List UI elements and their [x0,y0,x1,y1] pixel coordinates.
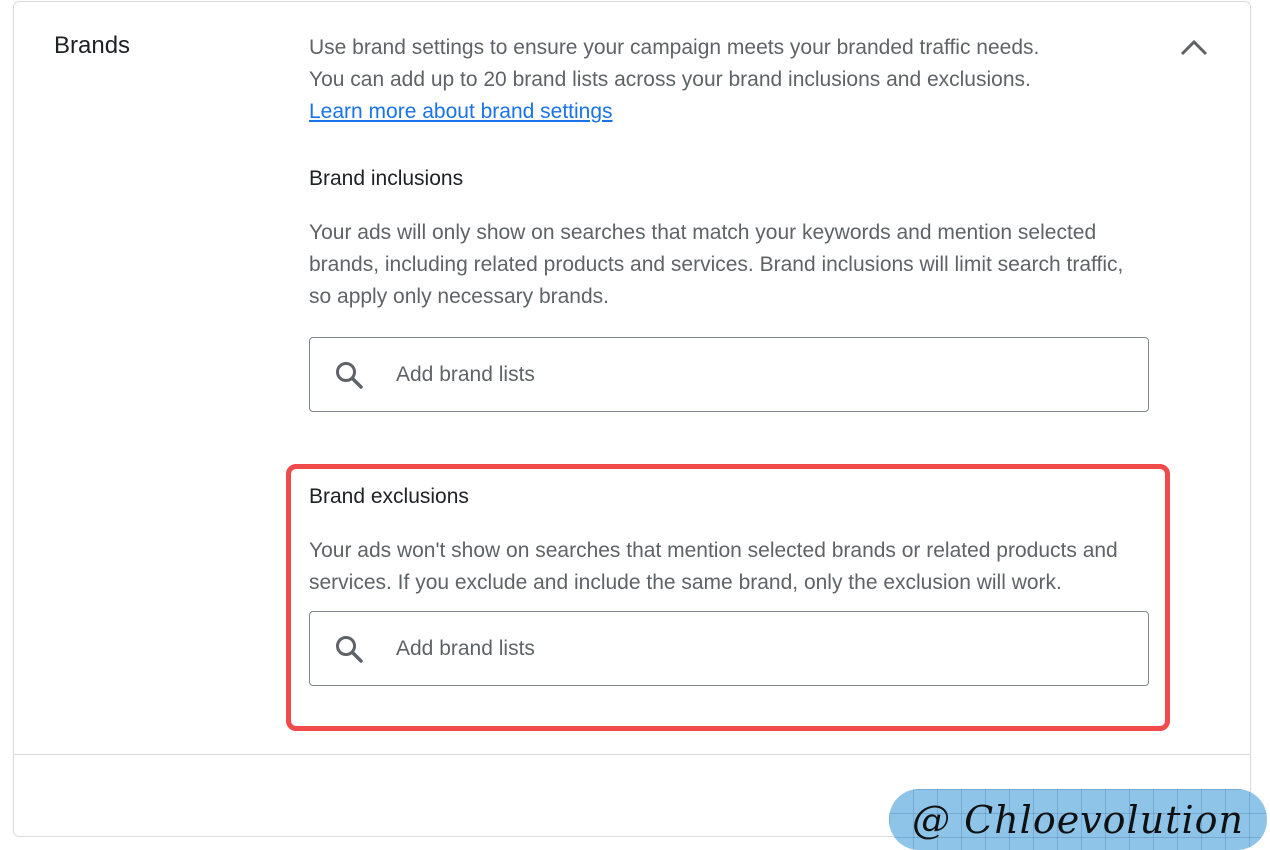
intro-line-1: Use brand settings to ensure your campai… [309,36,1040,59]
brand-exclusions-description: Your ads won't show on searches that men… [309,539,1118,594]
brand-inclusions-section: Brand inclusions Your ads will only show… [309,167,1149,412]
watermark: @ Chloevolution [889,789,1267,850]
collapse-button[interactable] [1174,30,1214,64]
learn-more-link[interactable]: Learn more about brand settings [309,96,613,128]
search-icon [334,634,364,664]
brand-inclusions-search-field[interactable] [309,337,1149,412]
brands-settings-panel: Brands Use brand settings to ensure your… [13,1,1251,837]
brand-exclusions-search-field[interactable] [309,611,1149,686]
brand-exclusions-section: Brand exclusions Your ads won't show on … [309,485,1149,686]
panel-divider [14,754,1250,755]
brand-exclusions-heading: Brand exclusions [309,485,469,508]
search-icon [334,360,364,390]
brand-inclusions-input[interactable] [394,361,1098,388]
intro-line-2: You can add up to 20 brand lists across … [309,68,1031,91]
watermark-text: @ Chloevolution [912,797,1244,842]
brand-exclusions-input[interactable] [394,635,1098,662]
brand-inclusions-description: Your ads will only show on searches that… [309,221,1124,308]
brand-inclusions-heading: Brand inclusions [309,167,464,190]
brand-settings-intro: Use brand settings to ensure your campai… [309,32,1149,128]
chevron-up-icon [1180,39,1208,56]
section-title: Brands [54,32,131,59]
